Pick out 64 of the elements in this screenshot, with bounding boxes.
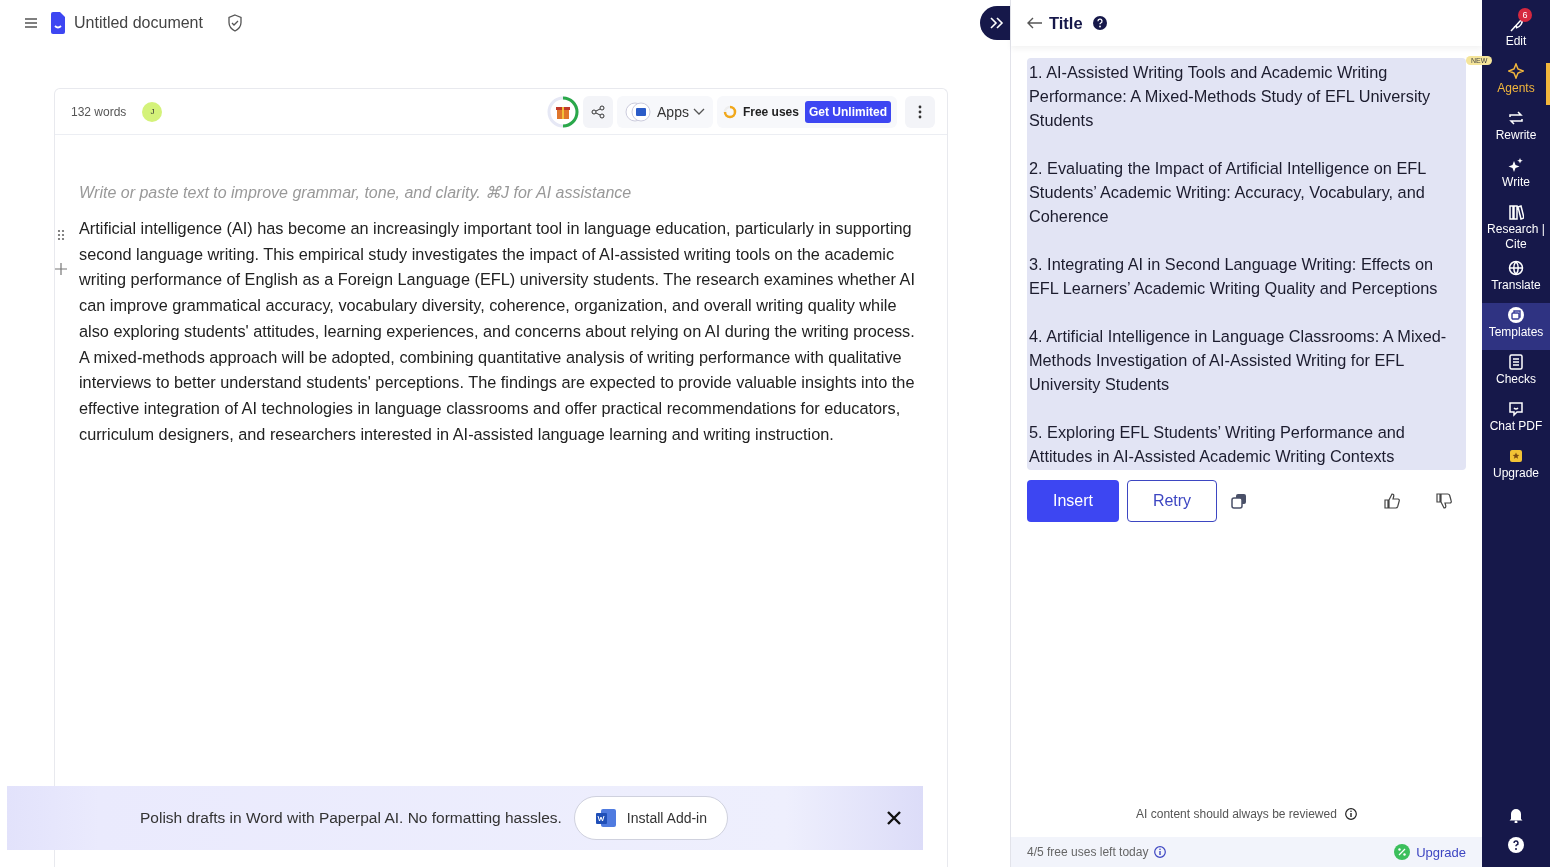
word-count: 132 words xyxy=(71,104,127,119)
sidebar-item[interactable]: Rewrite xyxy=(1482,106,1550,153)
gift-icon[interactable] xyxy=(547,95,579,128)
usage-counter: 4/5 free uses left today xyxy=(1027,845,1149,859)
menu-icon[interactable] xyxy=(24,17,38,29)
sidebar-item[interactable]: Templates xyxy=(1482,303,1550,350)
review-notice: AI content should always be reviewed xyxy=(1136,807,1337,821)
get-unlimited-button[interactable]: Get Unlimited xyxy=(805,100,891,123)
sidebar-item[interactable]: Chat PDF xyxy=(1482,397,1550,444)
globe-icon xyxy=(1508,260,1524,276)
word-app-icon xyxy=(625,101,653,122)
thumbs-down-icon[interactable] xyxy=(1436,493,1452,509)
notification-count: 6 xyxy=(1518,8,1532,22)
info-icon[interactable] xyxy=(1154,846,1167,858)
title-suggestion: 1. AI-Assisted Writing Tools and Academic Writing Performance: A Mixed-Methods Study of EFL University Students xyxy=(1029,62,1432,131)
share-icon xyxy=(591,104,605,119)
sidebar-item[interactable]: Research | Cite xyxy=(1482,200,1550,256)
user-avatar[interactable]: J xyxy=(142,101,163,122)
apps-button[interactable]: Apps xyxy=(617,95,713,128)
share-button[interactable] xyxy=(583,95,613,128)
help-icon[interactable] xyxy=(1092,16,1107,30)
document-icon xyxy=(50,12,66,34)
shield-check-icon[interactable] xyxy=(226,14,243,32)
help-icon[interactable] xyxy=(1508,837,1524,853)
sidebar-item[interactable]: Upgrade xyxy=(1482,444,1550,491)
insert-button[interactable]: Insert xyxy=(1027,480,1119,522)
thumbs-up-icon[interactable] xyxy=(1384,493,1400,509)
retry-button[interactable]: Retry xyxy=(1127,480,1217,522)
title-suggestion: 3. Integrating AI in Second Language Writing: Effects on EFL Learners’ Academic Writing Quality and Perceptions xyxy=(1029,254,1439,299)
bell-icon[interactable] xyxy=(1508,807,1524,823)
sidebar-item[interactable]: Write xyxy=(1482,153,1550,200)
books-icon xyxy=(1508,204,1524,220)
repeat-icon xyxy=(1508,110,1524,126)
close-icon[interactable] xyxy=(887,811,901,825)
highlight-bar xyxy=(1546,63,1550,105)
star-card-icon xyxy=(1508,448,1524,464)
title-suggestion: 5. Exploring EFL Students’ Writing Performance and Attitudes in AI-Assisted Academic Writing Contexts xyxy=(1029,422,1406,467)
upgrade-link[interactable]: Upgrade xyxy=(1416,844,1466,860)
panel-title: Title xyxy=(1049,13,1083,33)
sparkle-icon xyxy=(1508,63,1524,79)
install-add-in-button[interactable]: Install Add-in xyxy=(573,796,729,840)
word-icon xyxy=(594,808,617,828)
discount-badge-icon xyxy=(1394,844,1411,860)
banner-message: Polish drafts in Word with Paperpal AI. No formatting hassles. xyxy=(140,809,562,827)
sidebar-item[interactable]: Translate xyxy=(1482,256,1550,303)
free-uses-label: Free uses xyxy=(742,104,799,119)
document-title[interactable]: Untitled document xyxy=(74,14,203,32)
checklist-icon xyxy=(1508,354,1524,370)
collapse-panel-button[interactable] xyxy=(980,6,1010,40)
copy-icon[interactable] xyxy=(1231,493,1247,509)
back-arrow-icon[interactable] xyxy=(1027,17,1043,29)
drag-handle-icon[interactable] xyxy=(56,229,65,241)
plus-icon[interactable] xyxy=(54,263,67,275)
document-paragraph: Artificial intelligence (AI) has become an increasingly important tool in language education, particularly in supporting second language writing. This empirical study investigates the impact of AI-assisted writing tools on the academic writing performance of English as a Foreign Language (EFL) university students. The research examines whether AI can improve grammatical accuracy, vocabulary diversity, coherence, organization, and overall writing quality while also exploring students' attitudes, learning experiences, and concerns about relying on AI during the writing process. A mixed-methods approach will be adopted, combining quantitative analysis of writing performance with qualitative interviews to better understand students' perceptions. The findings are expected to provide valuable insights into the effective integration of AI technologies in language classrooms and offer practical recommendations for educators, curriculum designers, and researchers interested in AI-assisted language learning and writing instruction. xyxy=(79,218,916,445)
title-suggestion: 4. Artificial Intelligence in Language Classrooms: A Mixed-Methods Investigation of AI-Assisted Writing for EFL University Students xyxy=(1029,326,1448,395)
sidebar-item[interactable]: Checks xyxy=(1482,350,1550,397)
sparkles-icon xyxy=(1508,157,1524,173)
progress-ring-icon xyxy=(722,104,737,119)
chevron-down-icon xyxy=(692,107,705,116)
title-suggestion: 2. Evaluating the Impact of Artificial Intelligence on EFL Students’ Academic Writing: Accuracy, Vocabulary, and Coherence xyxy=(1029,158,1427,227)
windows-icon xyxy=(1508,307,1524,323)
more-vertical-icon xyxy=(918,104,922,119)
chat-face-icon xyxy=(1508,401,1524,417)
info-icon[interactable] xyxy=(1344,808,1357,820)
